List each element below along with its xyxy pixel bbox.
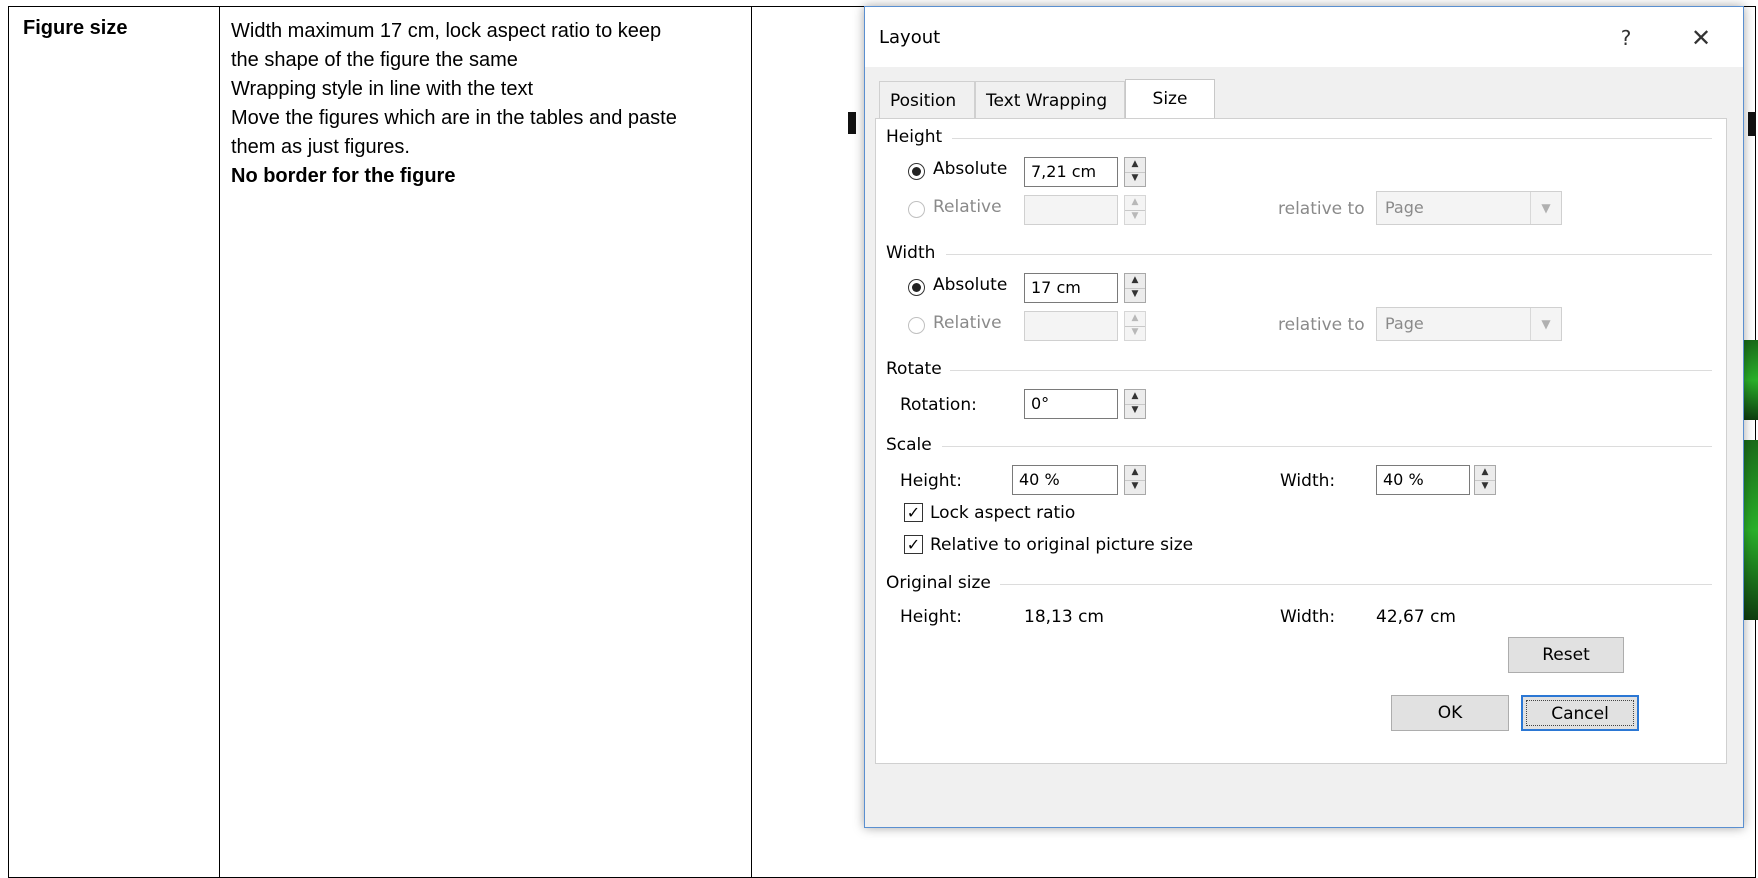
width-relative-to-label: relative to [1278,315,1365,335]
description-line: the shape of the figure the same [231,49,518,71]
rotation-input[interactable]: 0° [1024,389,1118,419]
original-size-group-label: Original size [886,573,991,593]
width-relative-to-select[interactable]: Page ▼ [1376,307,1562,341]
height-absolute-input[interactable]: 7,21 cm [1024,157,1118,187]
width-relative-label: Relative [933,313,1002,333]
original-width-value: 42,67 cm [1376,607,1456,627]
spin-up-icon[interactable]: ▲ [1125,466,1145,481]
original-width-label: Width: [1280,607,1336,627]
height-relative-to-select[interactable]: Page ▼ [1376,191,1562,225]
scale-width-spinner[interactable]: ▲ ▼ [1474,465,1496,495]
scale-width-input[interactable]: 40 % [1376,465,1470,495]
tab-size[interactable]: Size [1125,79,1215,119]
background-image-fragment [1744,340,1758,420]
focus-rectangle [1526,700,1634,726]
spin-down-icon: ▼ [1131,211,1139,221]
dialog-title-bar[interactable]: Layout ? ✕ [865,7,1743,67]
original-height-label: Height: [900,607,962,627]
ok-button[interactable]: OK [1391,695,1509,731]
select-value: Page [1385,314,1424,333]
help-button[interactable]: ? [1601,21,1651,55]
group-divider [942,446,1712,447]
scale-height-spinner[interactable]: ▲ ▼ [1124,465,1146,495]
spin-down-icon[interactable]: ▼ [1125,480,1145,494]
cancel-button[interactable]: Cancel [1521,695,1639,731]
width-absolute-input[interactable]: 17 cm [1024,273,1118,303]
height-relative-input[interactable] [1024,195,1118,225]
chevron-down-icon: ▼ [1530,192,1561,224]
reset-button[interactable]: Reset [1508,637,1624,673]
spin-up-icon: ▲ [1125,196,1145,211]
group-divider [946,254,1712,255]
table-column-divider [219,7,220,877]
spin-down-icon[interactable]: ▼ [1125,288,1145,302]
spin-up-icon[interactable]: ▲ [1125,390,1145,405]
relative-original-checkbox[interactable]: ✓ [904,535,923,554]
description-bold-line: No border for the figure [231,165,456,187]
tab-text-wrapping[interactable]: Text Wrapping [975,81,1125,119]
row-description: Width maximum 17 cm, lock aspect ratio t… [231,17,811,191]
select-value: Page [1385,198,1424,217]
width-relative-input[interactable] [1024,311,1118,341]
width-relative-spinner[interactable]: ▲ ▼ [1124,311,1146,341]
original-height-value: 18,13 cm [1024,607,1104,627]
group-divider [1000,584,1712,585]
description-line: Wrapping style in line with the text [231,78,534,100]
height-relative-label: Relative [933,197,1002,217]
checkmark-icon: ✓ [906,503,921,522]
scale-width-label: Width: [1280,471,1336,491]
layout-dialog: Layout ? ✕ Position Text Wrapping Size H… [864,6,1744,828]
close-icon: ✕ [1690,24,1712,52]
width-absolute-label[interactable]: Absolute [933,275,1007,295]
spin-down-icon[interactable]: ▼ [1125,172,1145,186]
scale-group-label: Scale [886,435,932,455]
size-tab-panel: Height Absolute 7,21 cm ▲ ▼ Relative ▲ ▼… [875,118,1727,764]
height-absolute-radio[interactable] [908,163,925,180]
chevron-down-icon: ▼ [1530,308,1561,340]
spin-down-icon[interactable]: ▼ [1125,404,1145,418]
dialog-title: Layout [879,27,941,48]
rotation-label: Rotation: [900,395,977,415]
height-absolute-label[interactable]: Absolute [933,159,1007,179]
scale-height-label: Height: [900,471,962,491]
width-absolute-spinner[interactable]: ▲ ▼ [1124,273,1146,303]
width-group-label: Width [886,243,936,263]
description-line: Width maximum 17 cm, lock aspect ratio t… [231,20,662,42]
background-heading-area [850,840,1750,870]
height-absolute-spinner[interactable]: ▲ ▼ [1124,157,1146,187]
group-divider [952,138,1712,139]
description-line: Move the figures which are in the tables… [231,107,677,129]
height-relative-radio[interactable] [908,201,925,218]
background-text-fragment [1748,112,1756,136]
spin-up-icon: ▲ [1125,312,1145,327]
row-label: Figure size [23,17,128,39]
width-relative-radio[interactable] [908,317,925,334]
height-relative-to-label: relative to [1278,199,1365,219]
rotate-group-label: Rotate [886,359,942,379]
spin-up-icon[interactable]: ▲ [1125,158,1145,173]
description-line: them as just figures. [231,136,410,158]
spin-up-icon[interactable]: ▲ [1475,466,1495,481]
spin-up-icon[interactable]: ▲ [1125,274,1145,289]
height-group-label: Height [886,127,943,147]
width-absolute-radio[interactable] [908,279,925,296]
spin-down-icon: ▼ [1131,327,1139,337]
group-divider [950,370,1712,371]
lock-aspect-checkbox[interactable]: ✓ [904,503,923,522]
background-text-fragment [848,112,856,134]
background-image-fragment [1744,440,1758,620]
close-button[interactable]: ✕ [1671,21,1731,55]
relative-original-label[interactable]: Relative to original picture size [930,535,1193,555]
rotation-spinner[interactable]: ▲ ▼ [1124,389,1146,419]
checkmark-icon: ✓ [906,535,921,554]
lock-aspect-label[interactable]: Lock aspect ratio [930,503,1075,523]
height-relative-spinner[interactable]: ▲ ▼ [1124,195,1146,225]
spin-down-icon[interactable]: ▼ [1475,480,1495,494]
scale-height-input[interactable]: 40 % [1012,465,1118,495]
tab-position[interactable]: Position [879,81,975,119]
